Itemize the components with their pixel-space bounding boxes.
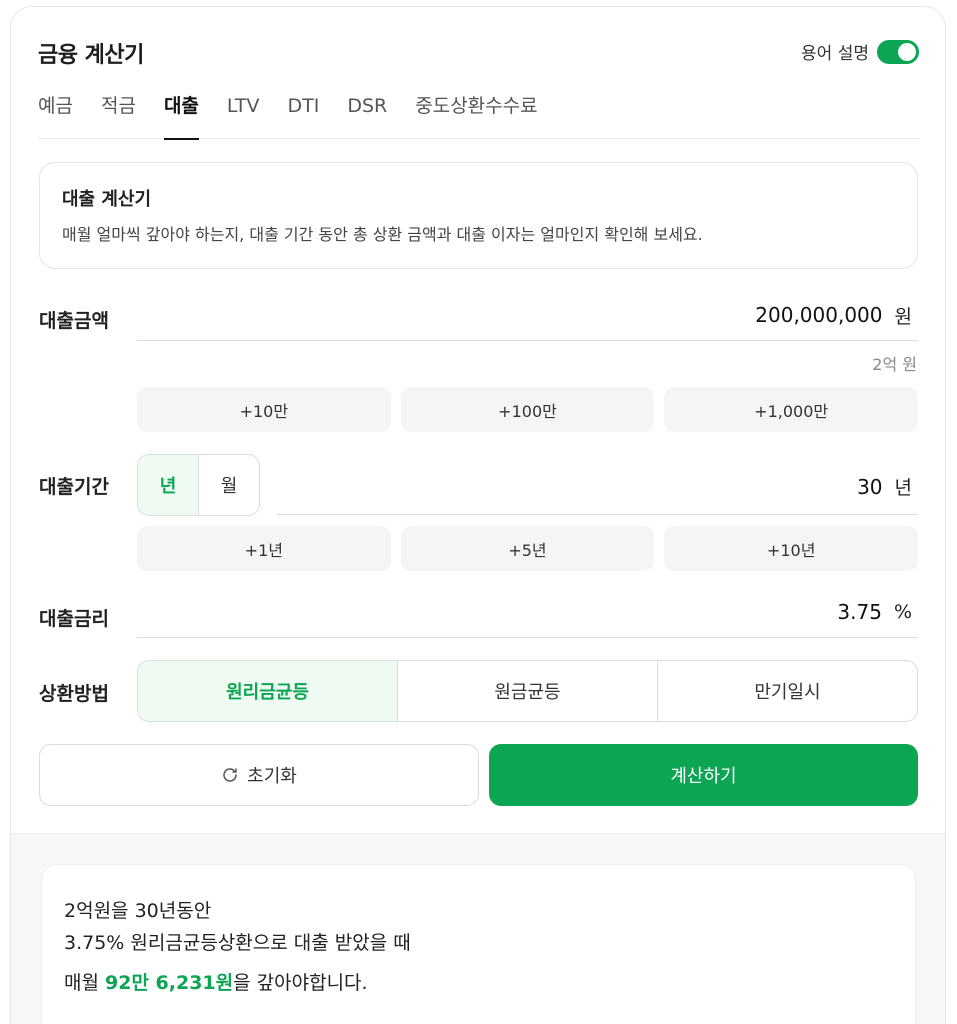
amount-quick-buttons: +10만 +100만 +1,000만 bbox=[137, 387, 919, 432]
result-line-2: 3.75% 원리금균등상환으로 대출 받았을 때 bbox=[64, 932, 411, 954]
period-value: 30 bbox=[857, 474, 883, 499]
tab-ltv[interactable]: LTV bbox=[227, 91, 260, 139]
method-bullet[interactable]: 만기일시 bbox=[657, 661, 917, 721]
period-label: 대출기간 bbox=[39, 476, 109, 498]
result-card: 2억원을 30년동안 3.75% 원리금균등상환으로 대출 받았을 때 매월 9… bbox=[41, 864, 916, 1024]
add-10m-button[interactable]: +1,000만 bbox=[664, 387, 919, 432]
tab-savings[interactable]: 적금 bbox=[101, 91, 136, 139]
method-equal-payment[interactable]: 원리금균등 bbox=[138, 661, 397, 721]
amount-unit: 원 bbox=[894, 305, 912, 328]
term-explain-toggle[interactable]: 용어 설명 bbox=[801, 39, 919, 64]
result-line-1: 2억원을 30년동안 bbox=[64, 900, 212, 922]
add-100k-button[interactable]: +10만 bbox=[137, 387, 391, 432]
tab-dti[interactable]: DTI bbox=[287, 91, 319, 139]
method-equal-principal[interactable]: 원금균등 bbox=[397, 661, 657, 721]
amount-hint: 2억 원 bbox=[872, 355, 917, 374]
add-10year-button[interactable]: +10년 bbox=[664, 526, 919, 571]
reset-button[interactable]: 초기화 bbox=[39, 744, 479, 806]
period-unit-year[interactable]: 년 bbox=[138, 455, 199, 515]
amount-label: 대출금액 bbox=[39, 310, 109, 332]
result-prefix: 매월 bbox=[64, 972, 105, 994]
tab-loan[interactable]: 대출 bbox=[163, 91, 199, 140]
page-title: 금융 계산기 bbox=[38, 43, 144, 68]
add-1year-button[interactable]: +1년 bbox=[137, 526, 391, 571]
tab-bar: 예금 적금 대출 LTV DTI DSR 중도상환수수료 bbox=[38, 91, 920, 140]
add-1m-button[interactable]: +100만 bbox=[400, 387, 655, 432]
period-unit-month[interactable]: 월 bbox=[199, 455, 259, 515]
rate-value: 3.75 bbox=[837, 600, 882, 624]
period-input[interactable]: 30 년 bbox=[277, 459, 918, 515]
rate-input[interactable]: 3.75 % bbox=[137, 587, 918, 638]
method-label: 상환방법 bbox=[39, 683, 109, 705]
add-5year-button[interactable]: +5년 bbox=[400, 526, 655, 571]
period-quick-buttons: +1년 +5년 +10년 bbox=[137, 526, 919, 571]
calculate-button[interactable]: 계산하기 bbox=[489, 744, 918, 806]
toggle-knob bbox=[898, 42, 916, 61]
term-toggle-label: 용어 설명 bbox=[801, 44, 869, 64]
repayment-method-selector: 원리금균등 원금균등 만기일시 bbox=[137, 660, 918, 722]
result-line-3: 매월 92만 6,231원을 갚아야합니다. bbox=[64, 967, 893, 999]
period-unit-selector: 년 월 bbox=[137, 454, 260, 516]
intro-box: 대출 계산기 매월 얼마씩 갚아야 하는지, 대출 기간 동안 총 상환 금액과… bbox=[39, 162, 918, 269]
result-area: 2억원을 30년동안 3.75% 원리금균등상환으로 대출 받았을 때 매월 9… bbox=[11, 833, 945, 1024]
calculator-card: 금융 계산기 용어 설명 예금 적금 대출 LTV DTI DSR 중도상환수수… bbox=[10, 6, 946, 1024]
tab-prepayment-fee[interactable]: 중도상환수수료 bbox=[415, 91, 537, 139]
period-unit: 년 bbox=[894, 477, 912, 499]
refresh-icon bbox=[223, 768, 237, 782]
result-suffix: 을 갚아야합니다. bbox=[233, 972, 368, 994]
reset-label: 초기화 bbox=[247, 766, 297, 787]
tab-deposit[interactable]: 예금 bbox=[38, 91, 73, 139]
monthly-payment-amount: 92만 6,231원 bbox=[105, 972, 234, 994]
rate-label: 대출금리 bbox=[39, 608, 109, 630]
amount-input[interactable]: 200,000,000 원 bbox=[137, 290, 918, 341]
toggle-switch[interactable] bbox=[877, 39, 919, 64]
rate-unit: % bbox=[893, 601, 912, 623]
tab-dsr[interactable]: DSR bbox=[347, 91, 387, 139]
intro-description: 매월 얼마씩 갚아야 하는지, 대출 기간 동안 총 상환 금액과 대출 이자는… bbox=[62, 225, 703, 244]
amount-value: 200,000,000 bbox=[755, 303, 883, 327]
intro-title: 대출 계산기 bbox=[62, 189, 152, 210]
